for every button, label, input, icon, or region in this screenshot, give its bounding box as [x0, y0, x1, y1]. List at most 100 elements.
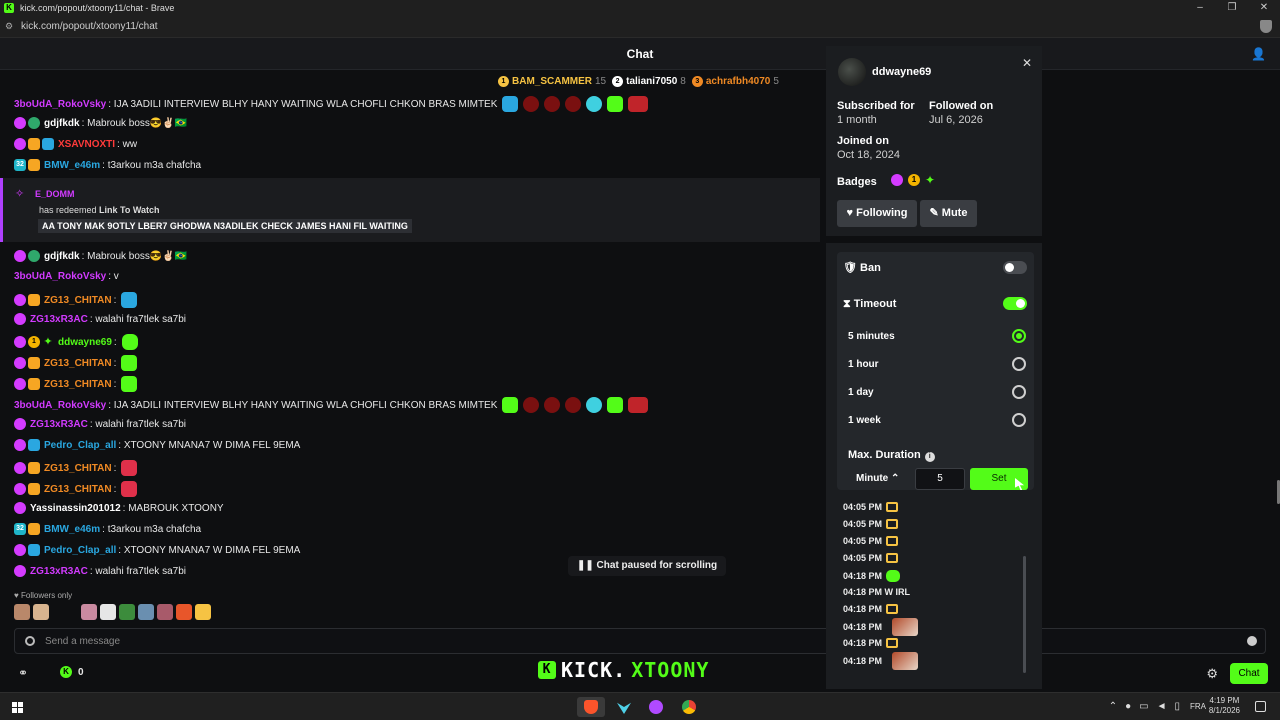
history-scrollbar[interactable] — [1023, 556, 1026, 673]
message-history[interactable]: 04:05 PM 04:05 PM 04:05 PM 04:05 PM 04:1… — [826, 499, 1042, 675]
chat-username[interactable]: ZG13xR3AC — [30, 566, 88, 577]
quick-emote[interactable] — [157, 604, 173, 620]
timeout-toggle[interactable] — [1003, 297, 1027, 310]
battery-icon[interactable]: ▯ — [1174, 701, 1180, 712]
system-tray[interactable]: ⌃ ● ▭ ◄ ▯ — [1109, 701, 1180, 712]
windows-start-icon[interactable] — [12, 702, 23, 713]
duration-input[interactable]: 5 — [915, 468, 965, 490]
close-window-button[interactable]: ✕ — [1248, 0, 1280, 16]
info-icon[interactable]: i — [924, 452, 935, 462]
spotify-app[interactable] — [642, 697, 670, 717]
chat-username[interactable]: 3boUdA_RokoVsky — [14, 400, 106, 411]
chat-username[interactable]: XSAVNOXTI — [58, 139, 115, 150]
chat-paused-button[interactable]: ❚❚ Chat paused for scrolling — [568, 556, 727, 576]
user-badges: 1 ✦ — [891, 174, 937, 186]
redeem-username[interactable]: E_DOMM — [35, 189, 75, 199]
microphone-icon[interactable]: ● — [1125, 701, 1131, 712]
kick-points[interactable]: K0 — [60, 666, 84, 678]
brave-shield-icon[interactable] — [1260, 20, 1272, 33]
mute-button[interactable]: ✎ Mute — [920, 200, 977, 227]
chat-username[interactable]: ZG13xR3AC — [30, 314, 88, 325]
emote — [523, 96, 540, 112]
site-settings-icon[interactable]: ⚙ — [5, 21, 21, 32]
emoji-picker-icon[interactable] — [1247, 636, 1257, 646]
users-icon[interactable]: 👤 — [1251, 47, 1266, 61]
network-icon[interactable]: ▭ — [1139, 701, 1148, 712]
quick-emote[interactable] — [14, 604, 30, 620]
following-button[interactable]: ♥ Following — [837, 200, 917, 227]
timeout-option-label[interactable]: 1 week — [848, 415, 881, 426]
volume-icon[interactable]: ◄ — [1157, 701, 1167, 712]
timeout-option-label[interactable]: 5 minutes — [848, 331, 895, 342]
chat-username[interactable]: ZG13_CHITAN — [44, 463, 112, 474]
minimize-button[interactable]: – — [1184, 0, 1216, 16]
chat-username[interactable]: Pedro_Clap_all — [44, 545, 116, 556]
quick-emote[interactable] — [195, 604, 211, 620]
composer-mode-icon[interactable] — [25, 636, 35, 646]
chat-username[interactable]: 3boUdA_RokoVsky — [14, 99, 106, 110]
address-bar[interactable]: ⚙ kick.com/popout/xtoony11/chat — [0, 16, 1280, 38]
chat-username[interactable]: ZG13_CHITAN — [44, 358, 112, 369]
timeout-option-radio[interactable] — [1012, 385, 1026, 399]
url-text[interactable]: kick.com/popout/xtoony11/chat — [21, 21, 158, 32]
crown-badge-icon — [28, 523, 40, 535]
chat-message: 1 ✦ ddwayne69 : — [14, 334, 138, 350]
chat-username[interactable]: ZG13_CHITAN — [44, 484, 112, 495]
settings-gear-icon[interactable]: ⚙ — [1206, 666, 1218, 682]
brave-app[interactable] — [577, 697, 605, 717]
timeout-option-radio[interactable] — [1012, 413, 1026, 427]
timeout-option-label[interactable]: 1 hour — [848, 359, 879, 370]
chat-username[interactable]: BMW_e46m — [44, 160, 100, 171]
notification-icon[interactable] — [1255, 701, 1266, 712]
brand-name: XTOONY — [631, 658, 710, 682]
emote — [607, 96, 624, 112]
timeout-option-radio[interactable] — [1012, 357, 1026, 371]
maximize-button[interactable]: ❐ — [1216, 0, 1248, 16]
user-card-username[interactable]: ddwayne69 — [872, 66, 931, 78]
message-composer[interactable]: Send a message — [14, 628, 1266, 654]
chat-username[interactable]: 3boUdA_RokoVsky — [14, 271, 106, 282]
chat-username[interactable]: ZG13_CHITAN — [44, 379, 112, 390]
chat-username[interactable]: gdjfkdk — [44, 251, 80, 262]
quick-emote[interactable] — [138, 604, 154, 620]
chat-username[interactable]: ZG13_CHITAN — [44, 295, 112, 306]
chat-text: : walahi fra7tlek sa7bi — [89, 313, 186, 325]
chat-header: Chat 👤 — [0, 38, 1280, 70]
emote — [121, 460, 138, 476]
history-row: 04:05 PM — [843, 536, 899, 546]
link-icon[interactable]: ⚭ — [18, 666, 28, 680]
chat-username[interactable]: Pedro_Clap_all — [44, 440, 116, 451]
gifter-3[interactable]: 3 achrafbh4070 5 — [691, 75, 779, 87]
chrome-app[interactable] — [675, 697, 703, 717]
quick-emote[interactable] — [176, 604, 192, 620]
taskbar: ⌃ ● ▭ ◄ ▯ FRA 4:19 PM 8/1/2026 — [0, 692, 1280, 720]
chat-username[interactable]: BMW_e46m — [44, 524, 100, 535]
send-chat-button[interactable]: Chat — [1230, 663, 1268, 684]
og-badge-icon — [28, 544, 40, 556]
history-time: 04:18 PM — [843, 604, 883, 614]
timeout-option-label[interactable]: 1 day — [848, 387, 874, 398]
language-indicator[interactable]: FRA — [1190, 702, 1206, 711]
chevron-up-icon[interactable]: ⌃ — [1109, 701, 1117, 712]
gifter-1[interactable]: 1 BAM_SCAMMER 15 — [498, 75, 606, 87]
timeout-option-radio[interactable] — [1012, 329, 1026, 343]
chat-username[interactable]: gdjfkdk — [44, 118, 80, 129]
quick-emote[interactable] — [33, 604, 49, 620]
crown-badge-icon — [28, 378, 40, 390]
ban-toggle[interactable] — [1003, 261, 1027, 274]
gifter-2[interactable]: 2 taliani7050 8 — [612, 75, 686, 87]
message-input[interactable]: Send a message — [45, 636, 120, 647]
window-title: kick.com/popout/xtoony11/chat - Brave — [20, 3, 175, 13]
emote — [607, 397, 624, 413]
taskbar-clock[interactable]: 4:19 PM 8/1/2026 — [1209, 696, 1240, 716]
chat-message-list[interactable]: 3boUdA_RokoVsky : IJA 3ADILI INTERVIEW B… — [0, 92, 820, 622]
chat-username[interactable]: ddwayne69 — [58, 337, 112, 348]
quick-emote[interactable] — [119, 604, 135, 620]
quick-emote[interactable] — [100, 604, 116, 620]
quick-emote[interactable] — [81, 604, 97, 620]
chat-username[interactable]: Yassinassin201012 — [30, 503, 121, 514]
duration-unit-select[interactable]: Minute ⌃ — [848, 468, 910, 490]
chat-username[interactable]: ZG13xR3AC — [30, 419, 88, 430]
wing-app[interactable] — [610, 697, 638, 717]
close-icon[interactable]: ✕ — [1022, 56, 1032, 70]
